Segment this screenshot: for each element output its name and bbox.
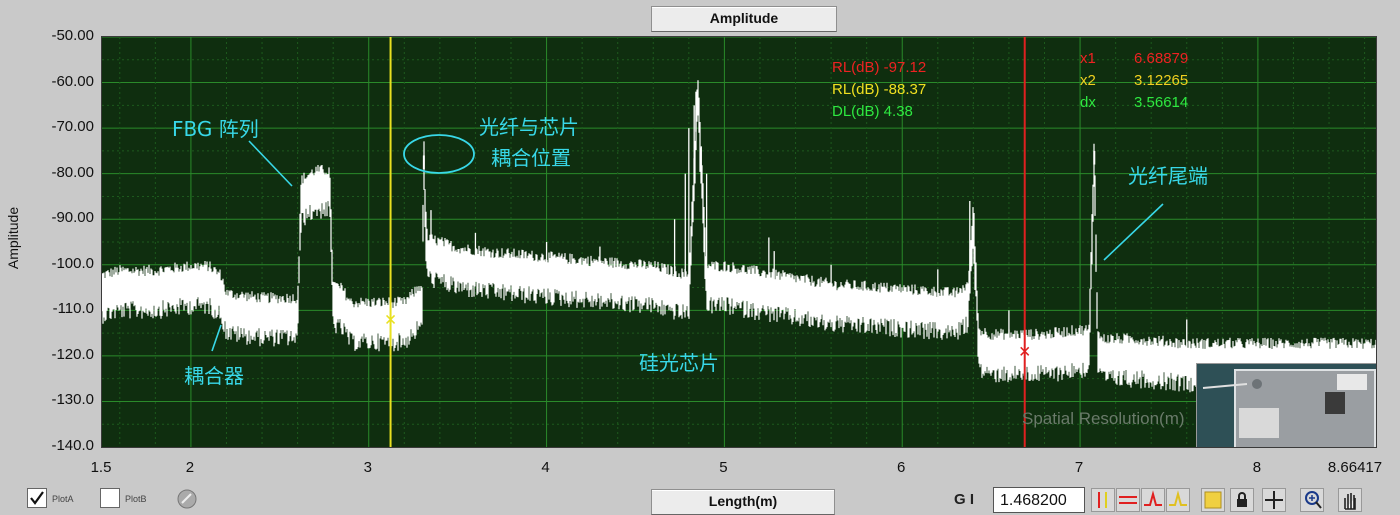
y-tick-label: -110.0: [52, 300, 94, 318]
y-tick-label: -80.00: [51, 163, 94, 181]
x-tick-label: 1.5: [90, 459, 112, 476]
lock-icon[interactable]: [1230, 488, 1254, 512]
annotation-3: 耦合位置: [491, 146, 571, 170]
spatial-resolution-watermark: Spatial Resolution(m): [1022, 409, 1185, 428]
readout-2: DL(dB) 4.38: [832, 103, 913, 120]
x-tick-label: 2: [185, 459, 195, 476]
gain-value-input[interactable]: 1.468200: [993, 487, 1085, 513]
annotation-4: 硅光芯片: [639, 351, 719, 375]
series-plota-trace: [102, 80, 1376, 393]
x-tick-label: 7: [1074, 459, 1084, 476]
y-tick-label: -90.00: [51, 209, 94, 227]
y-tick-label: -70.00: [51, 118, 94, 136]
annotation-leader-line: [211, 324, 222, 352]
preview-thumbnail[interactable]: [1196, 363, 1376, 447]
y-tick-label: -140.0: [51, 437, 94, 454]
x-tick-label: 4: [541, 459, 550, 476]
check-icon: [30, 491, 44, 505]
x-axis-label-tab: Length(m): [651, 489, 835, 515]
cursor-value-dx: 3.56614: [1134, 94, 1188, 111]
line-tool-icon[interactable]: [1116, 488, 1140, 512]
highlight-tool-icon[interactable]: [1201, 488, 1225, 512]
y-tick-label: -130.0: [51, 391, 94, 409]
y-tick-label: -60.00: [51, 72, 94, 90]
cursor-tool-icon[interactable]: [1091, 488, 1115, 512]
cursor-name-dx: dx: [1080, 94, 1096, 111]
chart-svg: RL(dB) -97.12 RL(dB) -88.37 DL(dB) 4.38 x1 6…: [102, 37, 1376, 447]
plot-a-label: PlotA: [52, 494, 74, 504]
x-tick-label: 5: [719, 459, 728, 476]
gain-label: G I: [954, 491, 975, 508]
annotation-5: 光纤尾端: [1128, 164, 1208, 188]
series-group: [102, 80, 1376, 393]
peak-yellow-tool-icon[interactable]: [1166, 488, 1190, 512]
device-photo-image: [1197, 364, 1376, 447]
readout-0: RL(dB) -97.12: [832, 59, 926, 76]
graph-title-tab: Amplitude: [651, 6, 837, 32]
zoom-tool-icon[interactable]: [1300, 488, 1324, 512]
plot-b-checkbox[interactable]: [100, 488, 120, 508]
pan-hand-icon[interactable]: [1338, 488, 1362, 512]
plot-a-checkbox[interactable]: [27, 488, 47, 508]
cursor-value-x2: 3.12265: [1134, 72, 1188, 89]
annotation-leader-line: [248, 140, 293, 187]
plot-area[interactable]: RL(dB) -97.12 RL(dB) -88.37 DL(dB) 4.38 x1 6…: [101, 36, 1377, 448]
y-tick-label: -120.0: [51, 345, 94, 363]
annotation-1: 耦合器: [184, 364, 244, 388]
readout-1: RL(dB) -88.37: [832, 81, 926, 98]
crosshair-tool-icon[interactable]: [1262, 488, 1286, 512]
coupling-position-ellipse: [403, 134, 475, 174]
cursor-value-x1: 6.68879: [1134, 50, 1188, 67]
plot-b-label: PlotB: [125, 494, 147, 504]
x-tick-label: 6: [897, 459, 906, 476]
y-tick-label: -100.0: [51, 254, 94, 272]
annotation-0: FBG 阵列: [172, 117, 259, 141]
peak-tool-icon[interactable]: [1141, 488, 1165, 512]
y-tick-label: -50.00: [51, 27, 94, 44]
x-tick-label: 8: [1252, 459, 1262, 476]
annotation-leader-line: [1103, 203, 1164, 261]
x-tick-label: 8.66417: [1327, 459, 1383, 476]
cursor-name-x2: x2: [1080, 72, 1096, 89]
plot-settings-icon[interactable]: [176, 488, 198, 510]
x-tick-label: 3: [363, 459, 372, 476]
cursor-name-x1: x1: [1080, 50, 1096, 67]
annotation-2: 光纤与芯片: [479, 115, 579, 139]
